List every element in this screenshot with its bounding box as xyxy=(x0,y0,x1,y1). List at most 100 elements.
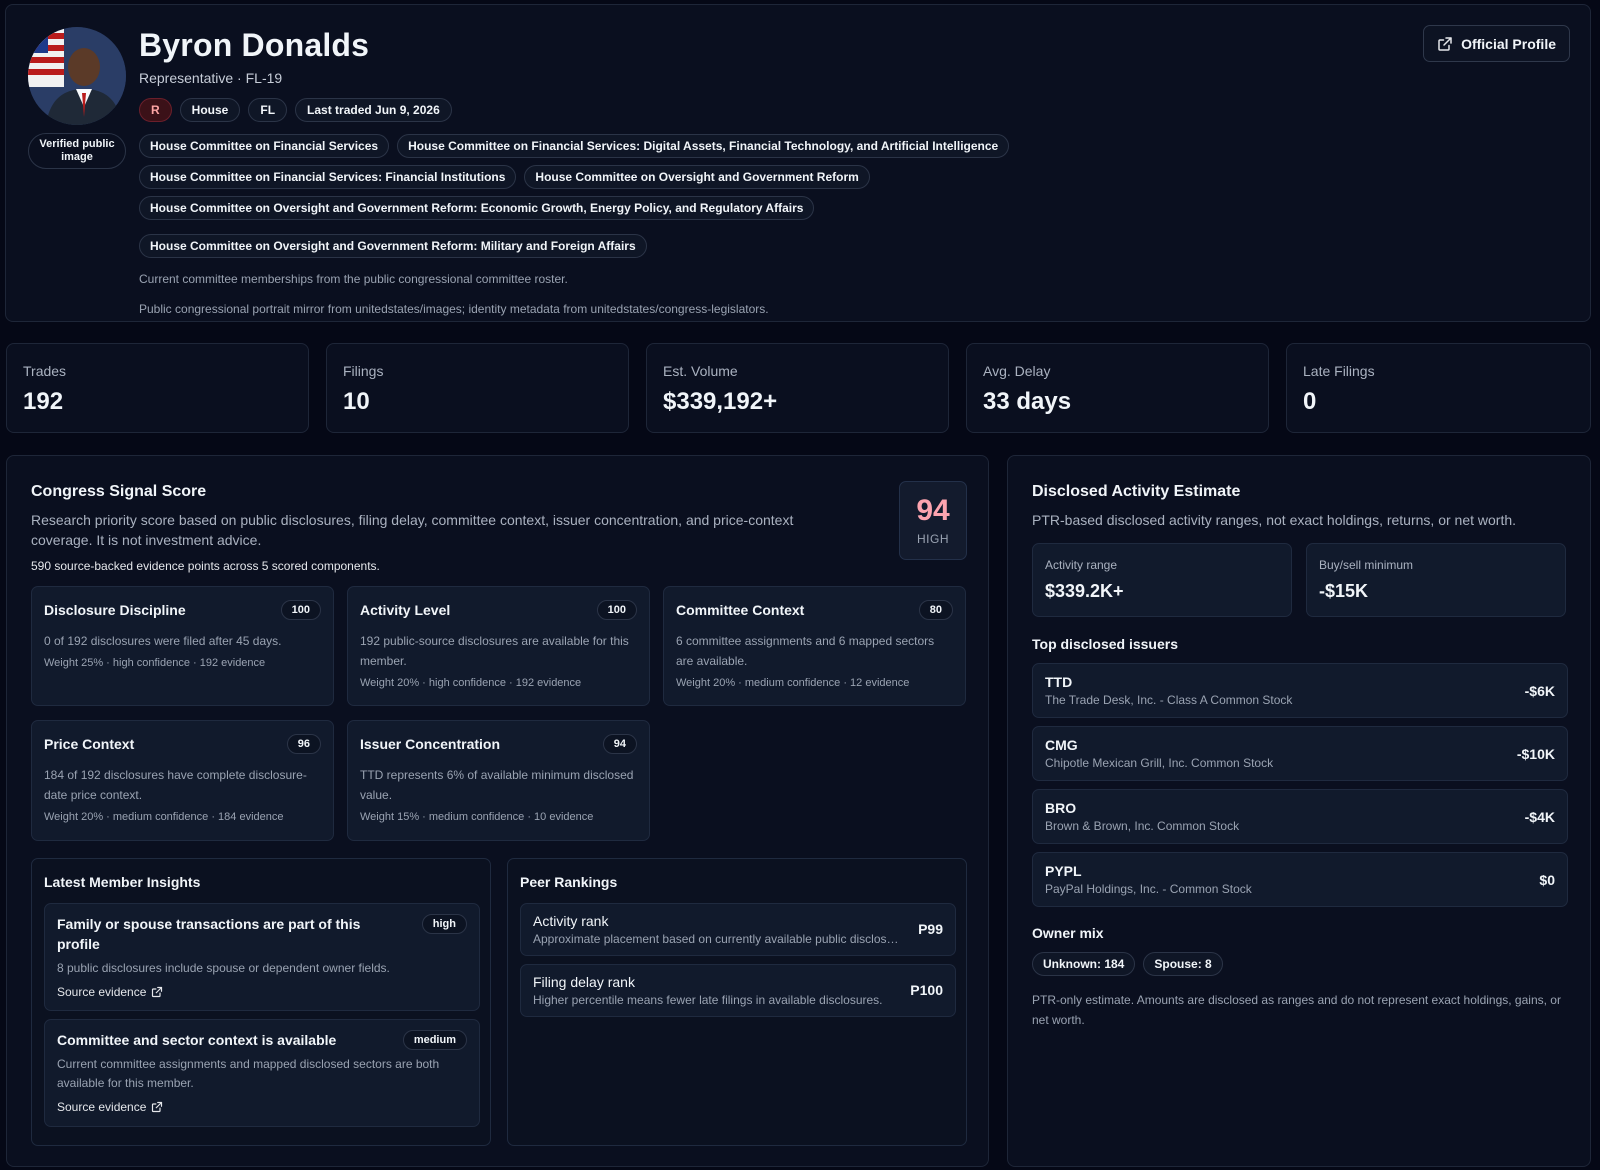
ranking-desc: Approximate placement based on currently… xyxy=(533,932,903,946)
ranking-title: Filing delay rank xyxy=(533,974,635,990)
party-tag: R xyxy=(139,98,172,122)
external-link-icon xyxy=(1437,36,1453,52)
issuer-value: $0 xyxy=(1539,872,1555,888)
committee-tag: House Committee on Oversight and Governm… xyxy=(524,165,870,189)
ranking-title: Activity rank xyxy=(533,913,609,929)
issuer-name: Brown & Brown, Inc. Common Stock xyxy=(1045,819,1240,833)
insight-desc: Current committee assignments and mapped… xyxy=(57,1057,440,1090)
stat-card-volume: Est. Volume $339,192+ xyxy=(646,343,949,433)
component-meta: Weight 25% · high confidence · 192 evide… xyxy=(44,657,266,669)
external-link-icon xyxy=(151,986,163,998)
stat-value: 0 xyxy=(1303,388,1317,415)
insight-item: Family or spouse transactions are part o… xyxy=(44,903,480,1011)
buy-sell-minimum-value: -$15K xyxy=(1319,581,1369,601)
issuer-row: BRO Brown & Brown, Inc. Common Stock -$4… xyxy=(1032,789,1568,844)
signal-score-card: Congress Signal Score Research priority … xyxy=(6,455,989,1167)
buy-sell-minimum-label: Buy/sell minimum xyxy=(1319,558,1414,572)
issuer-ticker: BRO xyxy=(1045,800,1077,816)
ranking-value: P99 xyxy=(918,921,943,937)
component-name: Price Context xyxy=(44,736,135,752)
top-issuers-title: Top disclosed issuers xyxy=(1032,636,1179,652)
issuer-ticker: CMG xyxy=(1045,737,1078,753)
official-profile-label: Official Profile xyxy=(1461,35,1556,52)
source-evidence-link[interactable]: Source evidence xyxy=(57,985,467,999)
member-portrait xyxy=(28,27,126,125)
signal-description: Research priority score based on public … xyxy=(31,512,794,548)
owner-tag: Spouse: 8 xyxy=(1143,952,1223,976)
component-issuer-concentration: Issuer Concentration 94 TTD represents 6… xyxy=(347,720,650,841)
source-evidence-link[interactable]: Source evidence xyxy=(57,1100,467,1114)
member-name: Byron Donalds xyxy=(139,27,370,63)
issuer-name: The Trade Desk, Inc. - Class A Common St… xyxy=(1045,693,1293,707)
activity-estimate-card: Disclosed Activity Estimate PTR-based di… xyxy=(1007,455,1591,1167)
stat-label: Est. Volume xyxy=(663,363,738,379)
stat-label: Trades xyxy=(23,363,67,379)
committee-tag: House Committee on Oversight and Governm… xyxy=(139,234,647,258)
activity-range-label: Activity range xyxy=(1045,558,1118,572)
component-name: Activity Level xyxy=(360,602,451,618)
owner-mix-tags: Unknown: 184 Spouse: 8 xyxy=(1032,952,1223,976)
official-profile-button[interactable]: Official Profile xyxy=(1423,25,1570,62)
component-desc: 0 of 192 disclosures were filed after 45… xyxy=(44,634,282,648)
component-name: Issuer Concentration xyxy=(360,736,501,752)
insight-title: Committee and sector context is availabl… xyxy=(57,1032,337,1048)
component-score: 94 xyxy=(602,734,637,754)
activity-footnote: PTR-only estimate. Amounts are disclosed… xyxy=(1032,993,1561,1027)
member-role: Representative · FL-19 xyxy=(139,70,283,86)
committee-list: House Committee on Financial Services Ho… xyxy=(139,134,1139,258)
owner-tag: Unknown: 184 xyxy=(1032,952,1136,976)
stat-card-late-filings: Late Filings 0 xyxy=(1286,343,1591,433)
issuer-row: TTD The Trade Desk, Inc. - Class A Commo… xyxy=(1032,663,1568,718)
component-desc: 184 of 192 disclosures have complete dis… xyxy=(44,768,307,802)
member-insights-panel: Latest Member Insights Family or spouse … xyxy=(31,858,491,1146)
image-source-note: Public congressional portrait mirror fro… xyxy=(139,302,769,316)
stat-card-avg-delay: Avg. Delay 33 days xyxy=(966,343,1269,433)
component-desc: 6 committee assignments and 6 mapped sec… xyxy=(676,634,935,668)
signal-evidence: 590 source-backed evidence points across… xyxy=(31,559,380,573)
source-evidence-label: Source evidence xyxy=(57,1100,147,1114)
component-committee-context: Committee Context 80 6 committee assignm… xyxy=(663,586,966,706)
insight-badge: high xyxy=(421,914,467,934)
rankings-title: Peer Rankings xyxy=(520,874,618,890)
signal-title: Congress Signal Score xyxy=(31,483,207,500)
stat-label: Avg. Delay xyxy=(983,363,1051,379)
signal-level: HIGH xyxy=(917,532,949,546)
component-meta: Weight 15% · medium confidence · 10 evid… xyxy=(360,811,594,823)
component-meta: Weight 20% · medium confidence · 184 evi… xyxy=(44,811,284,823)
issuer-row: CMG Chipotle Mexican Grill, Inc. Common … xyxy=(1032,726,1568,781)
buy-sell-minimum-box: Buy/sell minimum -$15K xyxy=(1306,543,1566,617)
state-tag: FL xyxy=(248,98,288,122)
component-meta: Weight 20% · medium confidence · 12 evid… xyxy=(676,677,910,689)
committee-note: Current committee memberships from the p… xyxy=(139,272,568,286)
stat-card-trades: Trades 192 xyxy=(6,343,309,433)
signal-score: 94 xyxy=(916,494,950,527)
activity-description: PTR-based disclosed activity ranges, not… xyxy=(1032,512,1517,528)
component-activity-level: Activity Level 100 192 public-source dis… xyxy=(347,586,650,706)
component-desc: 192 public-source disclosures are availa… xyxy=(360,634,629,668)
chamber-tag: House xyxy=(179,98,241,122)
component-price-context: Price Context 96 184 of 192 disclosures … xyxy=(31,720,334,841)
ranking-item: Filing delay rank Higher percentile mean… xyxy=(520,964,956,1017)
ranking-desc: Higher percentile means fewer late filin… xyxy=(533,993,883,1007)
component-desc: TTD represents 6% of available minimum d… xyxy=(360,768,634,802)
activity-range-box: Activity range $339.2K+ xyxy=(1032,543,1292,617)
stat-value: 33 days xyxy=(983,388,1072,415)
owner-mix-title: Owner mix xyxy=(1032,925,1104,941)
issuer-value: -$6K xyxy=(1524,683,1555,699)
insight-badge: medium xyxy=(402,1030,467,1050)
committee-tag: House Committee on Financial Services xyxy=(139,134,390,158)
stat-label: Late Filings xyxy=(1303,363,1375,379)
insights-title: Latest Member Insights xyxy=(44,874,201,890)
component-meta: Weight 20% · high confidence · 192 evide… xyxy=(360,677,582,689)
issuer-name: Chipotle Mexican Grill, Inc. Common Stoc… xyxy=(1045,756,1274,770)
insight-title: Family or spouse transactions are part o… xyxy=(57,916,361,952)
component-score: 96 xyxy=(286,734,321,754)
issuer-ticker: TTD xyxy=(1045,674,1073,690)
committee-tag: House Committee on Financial Services: D… xyxy=(397,134,1010,158)
component-score: 100 xyxy=(596,600,637,620)
insight-desc: 8 public disclosures include spouse or d… xyxy=(57,961,390,975)
issuer-ticker: PYPL xyxy=(1045,863,1082,879)
stat-value: 192 xyxy=(23,388,64,415)
member-header: Verified public image Byron Donalds Repr… xyxy=(5,4,1591,322)
ranking-item: Activity rank Approximate placement base… xyxy=(520,903,956,956)
